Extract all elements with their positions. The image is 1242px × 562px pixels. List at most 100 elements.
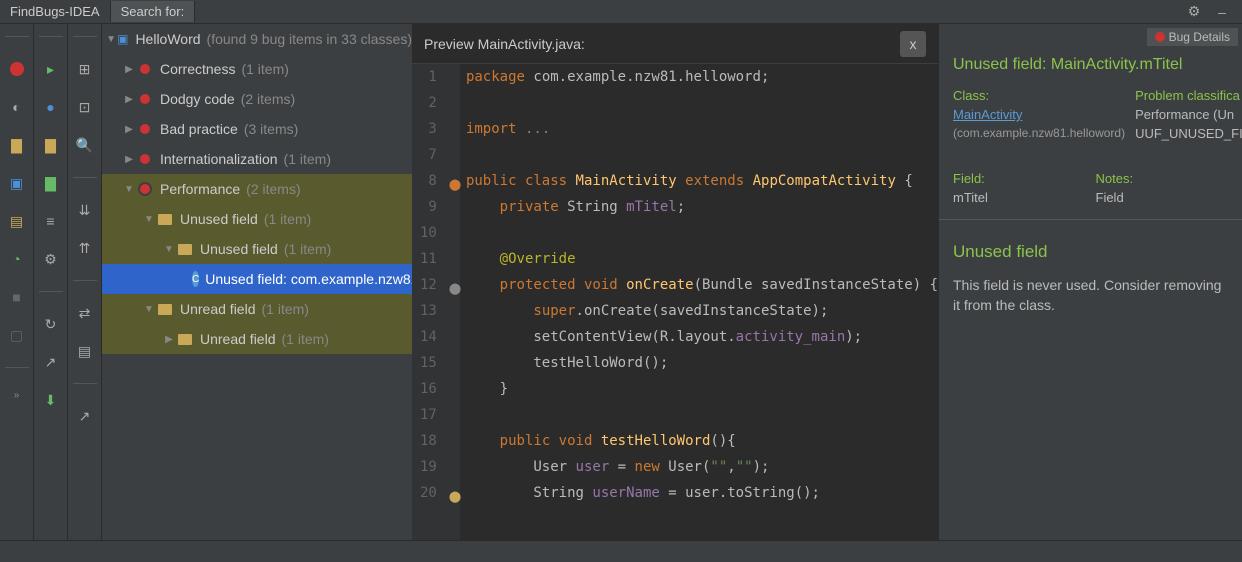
expand-arrow-icon[interactable] bbox=[122, 154, 136, 165]
play-icon[interactable]: ▸ bbox=[41, 59, 61, 79]
minimize-icon[interactable]: – bbox=[1212, 2, 1232, 22]
code-line[interactable] bbox=[466, 142, 938, 168]
line-number: 13 bbox=[412, 298, 437, 324]
expand-arrow-icon[interactable] bbox=[162, 334, 176, 345]
line-number: 3 bbox=[412, 116, 437, 142]
separator bbox=[5, 36, 29, 37]
stop-icon[interactable]: ■ bbox=[7, 287, 27, 307]
scroll-icon[interactable]: ⇄ bbox=[75, 303, 95, 323]
gutter-mark: ⬤ bbox=[447, 480, 460, 506]
bug-icon bbox=[136, 60, 154, 78]
tree-unread-2[interactable]: Unread field (1 item) bbox=[102, 324, 412, 354]
code-line[interactable] bbox=[466, 90, 938, 116]
blue-circle-icon[interactable]: ● bbox=[41, 97, 61, 117]
gutter-mark bbox=[447, 194, 460, 220]
expand-arrow-icon[interactable] bbox=[122, 124, 136, 135]
gutter-mark bbox=[447, 298, 460, 324]
code-line[interactable] bbox=[466, 220, 938, 246]
collapse-icon[interactable]: ⇈ bbox=[75, 238, 95, 258]
code-line[interactable]: @Override bbox=[466, 246, 938, 272]
line-number: 7 bbox=[412, 142, 437, 168]
class-icon: C bbox=[192, 271, 199, 287]
package-icon[interactable]: ▤ bbox=[7, 211, 27, 231]
tree-unread-1[interactable]: Unread field (1 item) bbox=[102, 294, 412, 324]
code-line[interactable]: private String mTitel; bbox=[466, 194, 938, 220]
tree-cat-badpractice[interactable]: Bad practice (3 items) bbox=[102, 114, 412, 144]
folder-icon bbox=[176, 240, 194, 258]
bug-icon[interactable] bbox=[7, 59, 27, 79]
gutter-mark bbox=[447, 246, 460, 272]
export-icon[interactable]: ↗ bbox=[41, 352, 61, 372]
export2-icon[interactable]: ↗ bbox=[75, 406, 95, 426]
description-title: Unused field bbox=[939, 234, 1242, 270]
code-line[interactable]: setContentView(R.layout.activity_main); bbox=[466, 324, 938, 350]
code-line[interactable]: protected void onCreate(Bundle savedInst… bbox=[466, 272, 938, 298]
tree-unused-2[interactable]: Unused field (1 item) bbox=[102, 234, 412, 264]
tree-root[interactable]: ▣ HelloWord (found 9 bug items in 33 cla… bbox=[102, 24, 412, 54]
expand-icon[interactable]: ⇊ bbox=[75, 200, 95, 220]
expand-arrow-icon[interactable] bbox=[162, 244, 176, 255]
code-line[interactable]: testHelloWord(); bbox=[466, 350, 938, 376]
code-header: Preview MainActivity.java: x bbox=[412, 24, 938, 64]
line-number: 1 bbox=[412, 64, 437, 90]
expand-arrow-icon[interactable] bbox=[142, 214, 156, 225]
folder-icon[interactable]: ▇ bbox=[7, 135, 27, 155]
line-number: 18 bbox=[412, 428, 437, 454]
line-number: 14 bbox=[412, 324, 437, 350]
code-line[interactable] bbox=[466, 402, 938, 428]
tab-bug-details[interactable]: Bug Details bbox=[1147, 28, 1238, 46]
settings-icon[interactable]: ⚙ bbox=[41, 249, 61, 269]
group-class-icon[interactable]: ⊞ bbox=[75, 59, 95, 79]
close-button[interactable]: x bbox=[900, 31, 926, 57]
tree-cat-performance[interactable]: Performance (2 items) bbox=[102, 174, 412, 204]
history-icon[interactable]: ↻ bbox=[41, 314, 61, 334]
separator bbox=[939, 219, 1242, 220]
square-icon[interactable]: ▢ bbox=[7, 325, 27, 345]
tab-search[interactable]: Search for: bbox=[111, 1, 196, 22]
code-body[interactable]: 1237891011121314151617181920 ⬤⬤⬤ package… bbox=[412, 64, 938, 540]
separator bbox=[5, 367, 29, 368]
root-count: (found 9 bug items in 33 classes) bbox=[207, 31, 412, 47]
code-line[interactable]: public void testHelloWord(){ bbox=[466, 428, 938, 454]
details-grid-2: Field: Notes: mTitel Field bbox=[939, 171, 1242, 205]
tree-selected-bug[interactable]: C Unused field: com.example.nzw81 bbox=[102, 264, 412, 294]
separator bbox=[39, 36, 63, 37]
more-icon[interactable]: » bbox=[14, 390, 20, 401]
line-number: 16 bbox=[412, 376, 437, 402]
expand-arrow-icon[interactable] bbox=[122, 184, 136, 195]
chart-icon[interactable]: ◔ bbox=[7, 249, 27, 269]
tree-cat-dodgy[interactable]: Dodgy code (2 items) bbox=[102, 84, 412, 114]
code-line[interactable]: super.onCreate(savedInstanceState); bbox=[466, 298, 938, 324]
expand-arrow-icon[interactable] bbox=[122, 94, 136, 105]
class-link[interactable]: MainActivity bbox=[953, 107, 1022, 122]
code-line[interactable]: } bbox=[466, 376, 938, 402]
tree-cat-correctness[interactable]: Correctness (1 item) bbox=[102, 54, 412, 84]
expand-arrow-icon[interactable] bbox=[142, 304, 156, 315]
download-icon[interactable]: ⬇ bbox=[41, 390, 61, 410]
code-lines[interactable]: package com.example.nzw81.helloword; impo… bbox=[460, 64, 938, 540]
class-label: Class: bbox=[953, 88, 1125, 103]
code-line[interactable]: import ... bbox=[466, 116, 938, 142]
expand-arrow-icon[interactable] bbox=[122, 64, 136, 75]
gutter-mark bbox=[447, 90, 460, 116]
code-line[interactable]: User user = new User("",""); bbox=[466, 454, 938, 480]
green-icon[interactable]: ▇ bbox=[41, 173, 61, 193]
code-line[interactable]: package com.example.nzw81.helloword; bbox=[466, 64, 938, 90]
bug-icon bbox=[136, 90, 154, 108]
expand-arrow-icon[interactable] bbox=[106, 34, 116, 45]
gutter-icons: ⬤⬤⬤ bbox=[447, 64, 460, 540]
tab-findbugs[interactable]: FindBugs-IDEA bbox=[0, 1, 111, 22]
gear-icon[interactable]: ⚙ bbox=[1184, 2, 1204, 22]
top-bar: FindBugs-IDEA Search for: ⚙ – bbox=[0, 0, 1242, 24]
tree-cat-i18n[interactable]: Internationalization (1 item) bbox=[102, 144, 412, 174]
circle-icon[interactable]: ◐ bbox=[7, 97, 27, 117]
code-line[interactable]: String userName = user.toString(); bbox=[466, 480, 938, 506]
layers-icon[interactable]: ≡ bbox=[41, 211, 61, 231]
module-icon[interactable]: ▣ bbox=[7, 173, 27, 193]
tree-unused-1[interactable]: Unused field (1 item) bbox=[102, 204, 412, 234]
yellow-icon[interactable]: ▇ bbox=[41, 135, 61, 155]
search-icon[interactable]: 🔍 bbox=[75, 135, 95, 155]
preview-icon[interactable]: ▤ bbox=[75, 341, 95, 361]
code-line[interactable]: public class MainActivity extends AppCom… bbox=[466, 168, 938, 194]
group-pkg-icon[interactable]: ⊡ bbox=[75, 97, 95, 117]
